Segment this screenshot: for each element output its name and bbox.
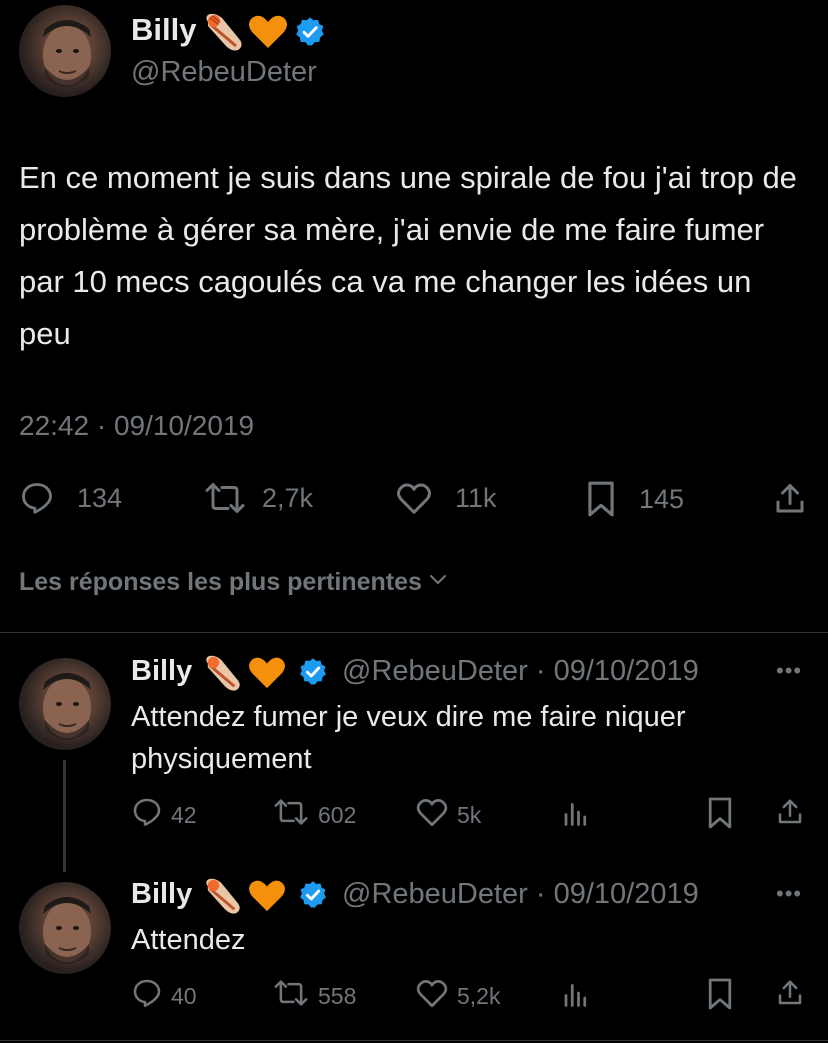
author-handle[interactable]: @RebeuDeter bbox=[131, 56, 317, 89]
like-button[interactable]: 11k bbox=[395, 480, 497, 516]
verified-badge-icon bbox=[298, 657, 328, 692]
analytics-icon bbox=[561, 977, 591, 1015]
reply-avatar[interactable] bbox=[19, 658, 111, 750]
bookmark-count: 145 bbox=[639, 483, 685, 514]
reply-meta[interactable]: @RebeuDeter · 09/10/2019 bbox=[342, 878, 699, 911]
tweet-timestamp[interactable]: 22:42 · 09/10/2019 bbox=[19, 410, 254, 442]
share-icon bbox=[775, 796, 805, 834]
tweet-text: En ce moment je suis dans une spirale de… bbox=[19, 160, 797, 351]
retweet-button[interactable]: 602 bbox=[272, 796, 356, 834]
reply-icon bbox=[131, 796, 163, 834]
bookmark-icon bbox=[585, 480, 617, 518]
divider bbox=[0, 1040, 828, 1041]
replies-sort-label: Les réponses les plus pertinentes bbox=[19, 568, 422, 596]
retweet-button[interactable]: 2,7k bbox=[202, 480, 313, 516]
baseball-glove-icon bbox=[202, 12, 246, 52]
reply-button[interactable]: 40 bbox=[131, 977, 197, 1015]
reply-button[interactable]: 42 bbox=[131, 796, 197, 834]
like-button[interactable]: 5,2k bbox=[415, 977, 500, 1015]
reply-icon bbox=[19, 480, 55, 516]
heart-icon bbox=[395, 480, 433, 516]
retweet-button[interactable]: 558 bbox=[272, 977, 356, 1015]
reply-count: 40 bbox=[171, 982, 197, 1009]
reply-text: Attendez bbox=[131, 924, 246, 956]
share-button[interactable] bbox=[772, 480, 808, 518]
divider bbox=[0, 632, 828, 633]
orange-heart-icon bbox=[248, 14, 288, 50]
analytics-icon bbox=[561, 796, 591, 834]
more-dots-icon[interactable]: ••• bbox=[776, 658, 802, 684]
like-count: 11k bbox=[455, 482, 497, 513]
reply-meta[interactable]: @RebeuDeter · 09/10/2019 bbox=[342, 655, 699, 688]
verified-badge-icon bbox=[298, 880, 328, 915]
retweet-icon bbox=[272, 796, 310, 834]
bookmark-button[interactable] bbox=[706, 977, 734, 1017]
analytics-button[interactable] bbox=[561, 977, 591, 1015]
verified-badge-icon bbox=[294, 16, 326, 48]
bookmark-icon bbox=[706, 977, 734, 1017]
reply-icon bbox=[131, 977, 163, 1015]
more-dots-icon[interactable]: ••• bbox=[776, 881, 802, 907]
reply-author-name[interactable]: Billy bbox=[131, 878, 192, 911]
reply-text: Attendez fumer je veux dire me faire niq… bbox=[131, 701, 686, 775]
thread-line bbox=[63, 760, 66, 872]
baseball-glove-icon bbox=[202, 654, 244, 697]
bookmark-button[interactable] bbox=[706, 796, 734, 836]
reply-button[interactable]: 134 bbox=[19, 480, 122, 516]
retweet-count: 2,7k bbox=[262, 482, 314, 513]
share-icon bbox=[775, 977, 805, 1015]
share-button[interactable] bbox=[775, 977, 805, 1015]
share-icon bbox=[772, 480, 808, 518]
like-count: 5k bbox=[457, 801, 482, 828]
like-button[interactable]: 5k bbox=[415, 796, 481, 834]
heart-icon bbox=[415, 977, 449, 1015]
reply-avatar[interactable] bbox=[19, 882, 111, 974]
reply-author-name[interactable]: Billy bbox=[131, 655, 192, 688]
retweet-count: 602 bbox=[318, 801, 357, 828]
analytics-button[interactable] bbox=[561, 796, 591, 834]
retweet-count: 558 bbox=[318, 982, 357, 1009]
bookmark-icon bbox=[706, 796, 734, 836]
retweet-icon bbox=[202, 480, 248, 516]
bookmark-button[interactable]: 145 bbox=[585, 480, 684, 518]
reply-count: 42 bbox=[171, 801, 197, 828]
like-count: 5,2k bbox=[457, 982, 501, 1009]
share-button[interactable] bbox=[775, 796, 805, 834]
reply-count: 134 bbox=[77, 482, 123, 513]
chevron-down-icon bbox=[426, 568, 450, 597]
retweet-icon bbox=[272, 977, 310, 1015]
author-name[interactable]: Billy bbox=[131, 12, 196, 48]
orange-heart-icon bbox=[248, 879, 286, 918]
heart-icon bbox=[415, 796, 449, 834]
replies-sort-selector[interactable]: Les réponses les plus pertinentes bbox=[19, 568, 450, 597]
baseball-glove-icon bbox=[202, 877, 244, 920]
author-avatar[interactable] bbox=[19, 5, 111, 97]
orange-heart-icon bbox=[248, 656, 286, 695]
